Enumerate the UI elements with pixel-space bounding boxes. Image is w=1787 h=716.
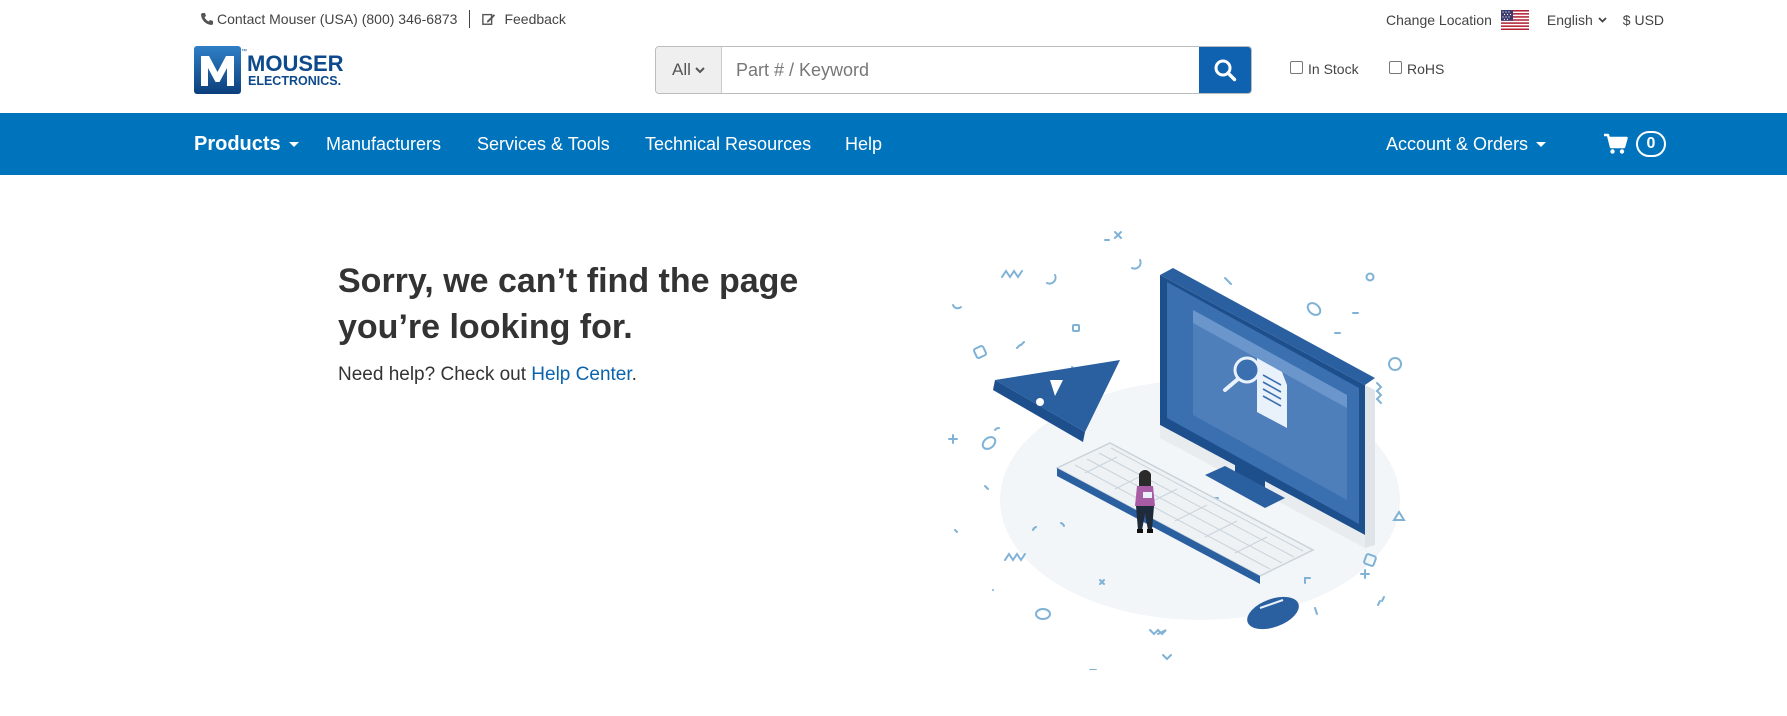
caret-down-icon	[288, 141, 299, 147]
search-input[interactable]	[722, 47, 1199, 93]
cart-button[interactable]: 0	[1603, 113, 1666, 175]
help-center-link[interactable]: Help Center	[531, 364, 631, 385]
nav-account-orders[interactable]: Account & Orders	[1386, 113, 1547, 175]
nav-help[interactable]: Help	[845, 113, 882, 175]
nav-products[interactable]: Products	[194, 113, 299, 175]
contact-mouser-link[interactable]: Contact Mouser (USA) (800) 346-6873	[217, 11, 457, 27]
error-help-prefix: Need help? Check out	[338, 364, 532, 385]
search-bar: All	[655, 46, 1252, 94]
utility-divider	[469, 10, 471, 28]
error-title: Sorry, we can’t find the page you’re loo…	[338, 258, 898, 350]
us-flag-icon[interactable]	[1500, 10, 1529, 30]
mouser-logo[interactable]: MOUSER ELECTRONICS. ™	[193, 45, 353, 95]
chevron-down-icon	[695, 66, 705, 73]
feedback-link[interactable]: Feedback	[504, 11, 565, 27]
phone-icon	[200, 12, 214, 26]
caret-down-icon	[1536, 141, 1547, 147]
nav-technical-resources-label: Technical Resources	[645, 133, 812, 154]
logo-trademark: ™	[241, 48, 247, 55]
rohs-label: RoHS	[1407, 61, 1445, 77]
search-category-label: All	[672, 60, 691, 79]
nav-manufacturers[interactable]: Manufacturers	[326, 113, 441, 175]
in-stock-filter[interactable]: In Stock	[1290, 60, 1359, 77]
language-label: English	[1546, 12, 1593, 28]
edit-icon	[482, 12, 496, 26]
rohs-filter[interactable]: RoHS	[1389, 60, 1445, 77]
search-button[interactable]	[1199, 47, 1251, 93]
nav-services-tools[interactable]: Services & Tools	[477, 113, 610, 175]
rohs-checkbox[interactable]	[1389, 60, 1402, 74]
error-help-suffix: .	[631, 364, 637, 385]
nav-help-label: Help	[845, 133, 883, 154]
error-help-text: Need help? Check out Help Center.	[338, 364, 637, 386]
page-not-found-illustration	[935, 230, 1465, 671]
search-icon	[1214, 59, 1237, 82]
utility-bar-left: Contact Mouser (USA) (800) 346-6873 Feed…	[200, 10, 566, 28]
main-nav: Products Manufacturers Services & Tools …	[0, 113, 1787, 175]
logo-text-electronics: ELECTRONICS.	[248, 74, 341, 88]
nav-manufacturers-label: Manufacturers	[326, 133, 442, 154]
chevron-down-icon	[1598, 17, 1607, 23]
error-title-line1: Sorry, we can’t find the page	[338, 262, 799, 300]
in-stock-label: In Stock	[1308, 61, 1359, 77]
utility-bar-right: Change Location English $ USD	[1386, 10, 1664, 30]
currency-selector[interactable]: $ USD	[1623, 12, 1664, 28]
error-title-line2: you’re looking for.	[338, 308, 633, 346]
cart-count-badge: 0	[1636, 131, 1666, 157]
language-selector[interactable]: English	[1547, 12, 1607, 28]
shopping-cart-icon	[1604, 133, 1628, 154]
change-location-link[interactable]: Change Location	[1386, 12, 1492, 28]
nav-products-label: Products	[194, 132, 281, 155]
logo-text-mouser: MOUSER	[247, 51, 344, 76]
nav-account-orders-label: Account & Orders	[1386, 133, 1529, 154]
nav-technical-resources[interactable]: Technical Resources	[645, 113, 811, 175]
in-stock-checkbox[interactable]	[1290, 60, 1303, 74]
search-category-dropdown[interactable]: All	[656, 47, 722, 93]
nav-services-tools-label: Services & Tools	[477, 133, 610, 154]
